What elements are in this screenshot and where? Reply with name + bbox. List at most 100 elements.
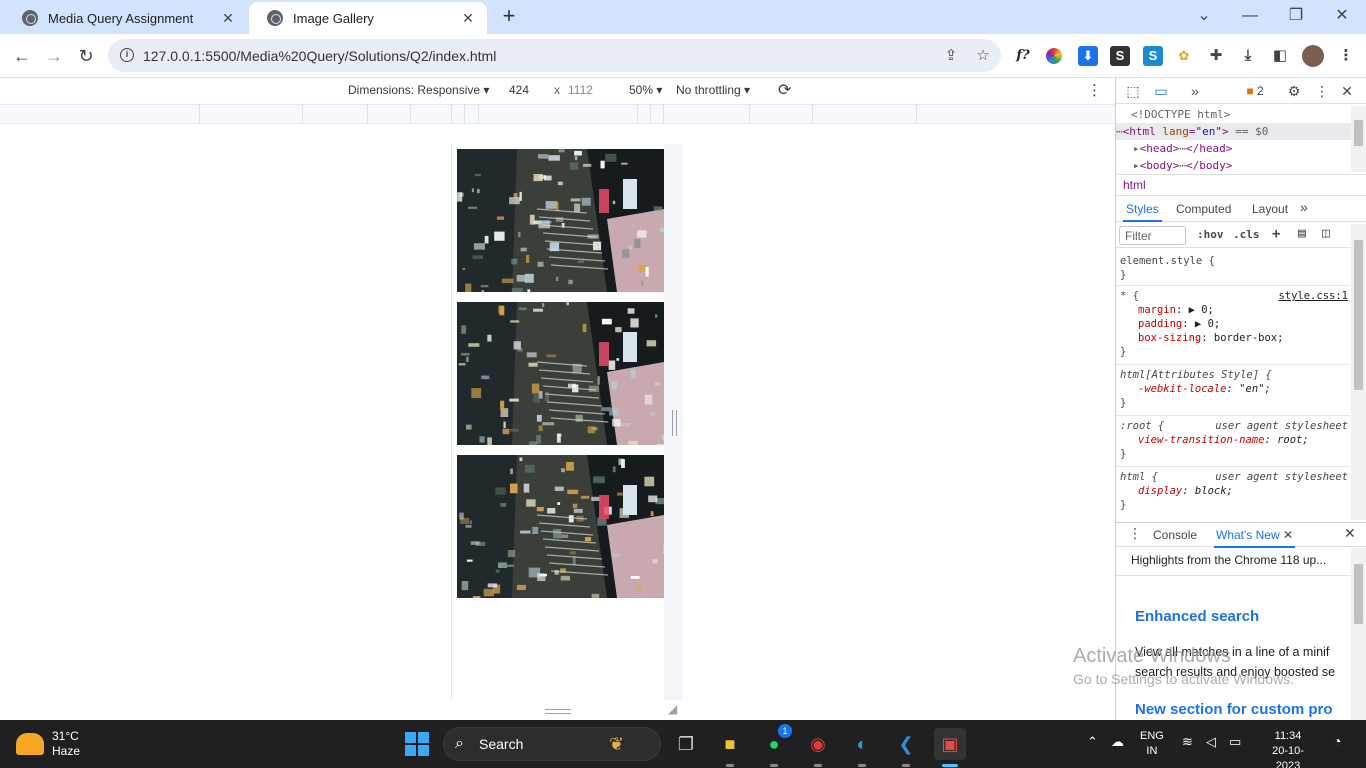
tab-layout[interactable]: Layout [1252, 202, 1288, 216]
wifi-icon[interactable]: ≋ [1182, 734, 1193, 750]
close-icon[interactable]: ✕ [219, 9, 237, 27]
snipping-tool-icon[interactable]: ▣ [934, 728, 966, 760]
clock[interactable]: 11:34 20-10-2023 [1262, 729, 1314, 768]
rule-source-link[interactable]: style.css:1 [1278, 290, 1348, 302]
menu-kebab-icon[interactable]: ⋮ [1336, 46, 1356, 66]
more-tabs-icon[interactable]: » [1300, 199, 1308, 215]
new-rule-icon[interactable]: + [1272, 226, 1280, 242]
scrollbar-thumb[interactable] [1354, 120, 1363, 146]
resize-handle-bottom[interactable] [545, 709, 571, 714]
ruler-tick[interactable] [650, 105, 651, 123]
rule-property[interactable]: box-sizing: border-box; [1138, 332, 1283, 344]
rule-property[interactable]: margin: ▶ 0; [1138, 304, 1214, 316]
html-node[interactable]: ⋯<html lang="en"> == $0 [1116, 123, 1352, 140]
close-devtools-icon[interactable]: ✕ [1337, 81, 1357, 101]
ellipsis-icon[interactable]: ⋯ [1179, 142, 1186, 155]
tab-styles[interactable]: Styles [1123, 202, 1162, 222]
font-extension-icon[interactable]: f? [1013, 46, 1033, 66]
vscode-icon[interactable]: ❮ [890, 728, 922, 760]
windows-start-icon[interactable] [405, 732, 429, 756]
doctype-node[interactable]: <!DOCTYPE html> [1116, 106, 1352, 123]
minimize-button[interactable]: — [1227, 4, 1273, 28]
ruler-tick[interactable] [916, 105, 917, 123]
height-input[interactable]: 1112 [564, 81, 610, 101]
ruler-tick[interactable] [812, 105, 813, 123]
close-drawer-icon[interactable]: ✕ [1344, 525, 1356, 542]
edge-icon[interactable]: ◐ [846, 728, 878, 760]
drawer-menu-icon[interactable]: ⋮ [1128, 525, 1142, 542]
scrollbar-thumb[interactable] [1354, 564, 1363, 624]
puzzle-icon[interactable]: ✚ [1206, 46, 1226, 66]
chevron-up-icon[interactable]: ⌃ [1087, 734, 1098, 750]
close-window-button[interactable]: ✕ [1319, 4, 1365, 28]
battery-icon[interactable]: ▭ [1229, 734, 1241, 750]
forward-button[interactable]: → [42, 44, 66, 68]
breadcrumb-html[interactable]: html [1123, 178, 1146, 194]
paint-brush-icon[interactable]: ▤ [1298, 226, 1306, 241]
ellipsis-icon[interactable]: ⋯ [1179, 159, 1186, 172]
head-node[interactable]: ▸<head>⋯</head> [1116, 140, 1352, 157]
ruler-tick[interactable] [199, 105, 200, 123]
onedrive-icon[interactable]: ☁ [1111, 734, 1124, 750]
tab-image-gallery[interactable]: Image Gallery ✕ [249, 2, 487, 34]
filter-input[interactable]: Filter [1119, 226, 1186, 245]
tab-media-query-assignment[interactable]: Media Query Assignment ✕ [4, 2, 247, 34]
elements-scrollbar[interactable] [1351, 106, 1366, 172]
taskbar-search[interactable]: ⌕ Search ❦ [443, 727, 661, 761]
rule-selector[interactable]: :root { [1120, 420, 1164, 432]
chrome-icon[interactable]: ◉ [802, 728, 834, 760]
weather-widget[interactable]: 31°C Haze [16, 729, 80, 759]
toggle-sidebar-icon[interactable]: ◫ [1322, 226, 1330, 241]
avatar[interactable] [1302, 45, 1324, 67]
device-toggle-icon[interactable]: ▭ [1151, 81, 1171, 101]
language-indicator[interactable]: ENG IN [1140, 729, 1164, 759]
whatsapp-icon[interactable]: ● 1 [758, 724, 792, 760]
tab-computed[interactable]: Computed [1176, 202, 1231, 216]
volume-icon[interactable]: ◁ [1206, 734, 1216, 750]
rule-selector[interactable]: html[Attributes Style] { [1120, 369, 1272, 381]
ruler-tick[interactable] [478, 105, 479, 123]
ruler-tick[interactable] [410, 105, 411, 123]
scrollbar-thumb[interactable] [1354, 240, 1363, 390]
tab-console[interactable]: Console [1153, 528, 1197, 542]
url-text[interactable]: 127.0.0.1:5500/Media%20Query/Solutions/Q… [143, 48, 496, 64]
ruler-tick[interactable] [367, 105, 368, 123]
new-tab-button[interactable]: + [497, 5, 521, 29]
expand-arrow-icon[interactable]: ▸ [1133, 142, 1140, 155]
whats-new-heading[interactable]: New section for custom pro [1135, 701, 1333, 718]
more-tabs-icon[interactable]: » [1185, 81, 1205, 101]
rule-property[interactable]: padding: ▶ 0; [1138, 318, 1220, 330]
inspect-element-icon[interactable]: ⬚ [1123, 81, 1143, 101]
notification-icon[interactable]: ◔ [1333, 733, 1341, 749]
address-bar[interactable]: i 127.0.0.1:5500/Media%20Query/Solutions… [108, 39, 1001, 72]
whats-new-highlight[interactable]: Highlights from the Chrome 118 up... [1116, 548, 1352, 576]
chevron-down-icon[interactable]: ⌄ [1181, 4, 1227, 28]
s2-extension-icon[interactable]: S [1143, 46, 1163, 66]
settings-gear-icon[interactable]: ⚙ [1284, 81, 1304, 101]
reload-button[interactable]: ↻ [74, 44, 98, 68]
info-icon[interactable]: i [120, 48, 134, 62]
issues-badge[interactable]: ■ 2 [1241, 81, 1269, 101]
task-view-icon[interactable]: ❐ [670, 728, 702, 760]
rule-selector[interactable]: element.style { [1120, 255, 1215, 267]
ruler-tick[interactable] [302, 105, 303, 123]
close-icon[interactable]: ✕ [459, 9, 477, 27]
download-extension-icon[interactable]: ⬇ [1078, 46, 1098, 66]
close-icon[interactable]: ✕ [1283, 528, 1293, 542]
whats-new-scrollbar[interactable] [1351, 548, 1366, 720]
restore-button[interactable]: ❐ [1273, 4, 1319, 28]
star-icon[interactable]: ☆ [973, 46, 993, 66]
ruler-tick[interactable] [451, 105, 452, 123]
expand-arrow-icon[interactable]: ▸ [1133, 159, 1140, 172]
tab-whats-new[interactable]: What's New ✕ [1214, 528, 1296, 548]
rule-property[interactable]: view-transition-name: root; [1138, 434, 1309, 446]
download-icon[interactable]: ⤓ [1238, 46, 1258, 66]
resize-handle-right[interactable] [672, 410, 677, 436]
share-icon[interactable]: ⇪ [941, 46, 961, 66]
s-extension-icon[interactable]: S [1110, 46, 1130, 66]
rule-selector[interactable]: html { [1120, 471, 1158, 483]
cls-toggle[interactable]: .cls [1233, 228, 1260, 241]
file-explorer-icon[interactable]: ■ [714, 728, 746, 760]
throttling-dropdown[interactable]: No throttling ▾ [676, 83, 750, 97]
rule-selector[interactable]: * { [1120, 290, 1139, 302]
